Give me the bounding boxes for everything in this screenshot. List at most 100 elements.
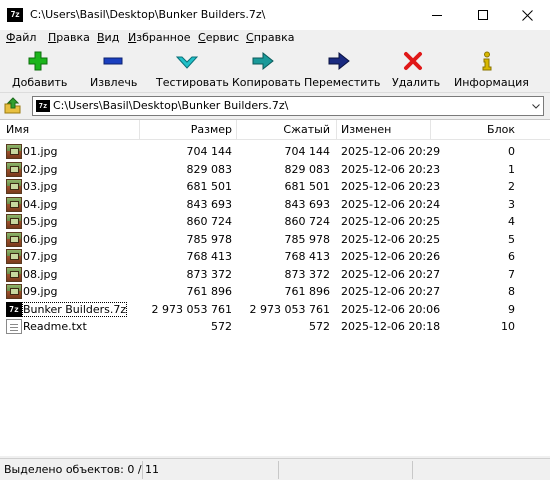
toolbar: Добавить Извлечь Тестировать Копировать …: [0, 47, 550, 93]
file-packed-size: 860 724: [284, 215, 331, 228]
copy-button[interactable]: Копировать: [228, 49, 301, 91]
file-row[interactable]: Readme.txt 572 572 2025-12-06 20:18 10: [0, 318, 550, 335]
minus-icon: [103, 57, 123, 65]
file-size: 843 693: [186, 197, 233, 211]
jpg-file-icon: [6, 266, 22, 282]
address-bar: 7z C:\Users\Basil\Desktop\Bunker Builder…: [0, 95, 550, 117]
file-size: 785 978: [186, 232, 233, 246]
file-name: 06.jpg: [23, 232, 58, 246]
column-packed[interactable]: Сжатый: [237, 123, 330, 136]
file-block: 3: [508, 197, 515, 211]
file-packed-size: 681 501: [284, 180, 331, 193]
file-row[interactable]: 09.jpg 761 896 761 896 2025-12-06 20:27 8: [0, 283, 550, 300]
add-button[interactable]: Добавить: [4, 49, 70, 91]
file-name: 02.jpg: [23, 162, 58, 176]
file-size: 768 413: [186, 250, 233, 263]
file-name: 08.jpg: [23, 267, 58, 281]
file-name: 05.jpg: [23, 215, 58, 228]
file-modified: 2025-12-06 20:24: [341, 197, 441, 211]
jpg-file-icon: [6, 284, 22, 299]
jpg-file-icon: [6, 231, 22, 247]
extract-button[interactable]: Извлечь: [82, 49, 144, 91]
file-size: 761 896: [186, 285, 233, 298]
info-button[interactable]: Информация: [448, 49, 529, 91]
column-block[interactable]: Блок: [431, 123, 515, 136]
delete-button[interactable]: Удалить: [386, 49, 440, 91]
menu-bar: Файл Правка Вид Избранное Сервис Справка: [0, 30, 550, 47]
address-dropdown-button[interactable]: [529, 97, 543, 115]
menu-tools[interactable]: Сервис: [198, 31, 239, 44]
file-packed-size: 704 144: [284, 145, 331, 158]
file-packed-size: 572: [309, 320, 330, 333]
column-name[interactable]: Имя: [6, 123, 29, 136]
file-block: 0: [508, 145, 515, 158]
file-row[interactable]: 02.jpg 829 083 829 083 2025-12-06 20:23 1: [0, 161, 550, 178]
file-modified: 2025-12-06 20:26: [341, 250, 441, 263]
status-divider: [142, 461, 143, 479]
file-row[interactable]: 03.jpg 681 501 681 501 2025-12-06 20:23 2: [0, 178, 550, 195]
file-name: Bunker Builders.7z: [21, 301, 128, 317]
extract-label: Извлечь: [90, 76, 138, 89]
plus-icon: [28, 51, 48, 71]
file-packed-size: 761 896: [284, 285, 331, 298]
file-block: 10: [501, 320, 515, 333]
close-button[interactable]: [504, 0, 550, 30]
copy-label: Копировать: [232, 76, 301, 89]
column-size[interactable]: Размер: [140, 123, 232, 136]
file-row[interactable]: 08.jpg 873 372 873 372 2025-12-06 20:27 7: [0, 266, 550, 283]
file-size: 829 083: [186, 162, 233, 176]
file-row[interactable]: 7z Bunker Builders.7z 2 973 053 761 2 973 0…: [0, 301, 550, 318]
menu-file[interactable]: Файл: [6, 31, 36, 44]
address-field[interactable]: 7z C:\Users\Basil\Desktop\Bunker Builder…: [32, 96, 544, 116]
file-block: 6: [508, 250, 515, 263]
file-list[interactable]: Имя Размер Сжатый Изменен Блок 01.jpg 704…: [0, 119, 550, 456]
menu-view[interactable]: Вид: [97, 31, 119, 44]
test-label: Тестировать: [156, 76, 229, 89]
info-label: Информация: [454, 76, 529, 89]
file-name: Readme.txt: [23, 320, 87, 333]
file-name: 01.jpg: [23, 145, 58, 158]
close-icon: [521, 9, 533, 21]
file-modified: 2025-12-06 20:27: [341, 285, 441, 298]
archive-icon: 7z: [36, 100, 50, 112]
text-file-icon: [6, 319, 22, 334]
file-modified: 2025-12-06 20:06: [341, 302, 441, 316]
delete-label: Удалить: [392, 76, 441, 89]
delete-x-icon: [404, 52, 422, 70]
test-button[interactable]: Тестировать: [150, 49, 229, 91]
move-button[interactable]: Переместить: [300, 49, 380, 91]
column-modified[interactable]: Изменен: [341, 123, 391, 136]
file-name: 07.jpg: [23, 250, 58, 263]
title-bar: 7z C:\Users\Basil\Desktop\Bunker Builder…: [0, 0, 550, 30]
jpg-file-icon: [6, 179, 22, 194]
file-packed-size: 843 693: [284, 197, 331, 211]
file-row[interactable]: 06.jpg 785 978 785 978 2025-12-06 20:25 5: [0, 231, 550, 248]
file-block: 4: [508, 215, 515, 228]
file-row[interactable]: 05.jpg 860 724 860 724 2025-12-06 20:25 4: [0, 213, 550, 230]
file-row[interactable]: 04.jpg 843 693 843 693 2025-12-06 20:24 3: [0, 196, 550, 213]
menu-help[interactable]: Справка: [246, 31, 294, 44]
file-row[interactable]: 07.jpg 768 413 768 413 2025-12-06 20:26 6: [0, 248, 550, 265]
menu-favorites[interactable]: Избранное: [128, 31, 190, 44]
file-name: 09.jpg: [23, 285, 58, 298]
up-folder-button[interactable]: [4, 97, 22, 115]
add-label: Добавить: [12, 76, 68, 89]
file-block: 5: [508, 232, 515, 246]
menu-edit[interactable]: Правка: [48, 31, 90, 44]
file-block: 2: [508, 180, 515, 193]
file-size: 873 372: [186, 267, 233, 281]
file-modified: 2025-12-06 20:25: [341, 232, 441, 246]
chevron-down-icon: [532, 103, 540, 109]
file-modified: 2025-12-06 20:27: [341, 267, 441, 281]
maximize-button[interactable]: [460, 0, 506, 30]
jpg-file-icon: [6, 249, 22, 264]
maximize-icon: [478, 10, 488, 20]
file-packed-size: 785 978: [284, 232, 331, 246]
file-size: 572: [211, 320, 232, 333]
column-divider[interactable]: [336, 120, 337, 140]
7zip-app-icon: 7z: [7, 8, 23, 22]
file-row[interactable]: 01.jpg 704 144 704 144 2025-12-06 20:29 0: [0, 143, 550, 160]
file-name: 04.jpg: [23, 197, 58, 211]
minimize-button[interactable]: [414, 0, 460, 30]
file-block: 9: [508, 302, 515, 316]
